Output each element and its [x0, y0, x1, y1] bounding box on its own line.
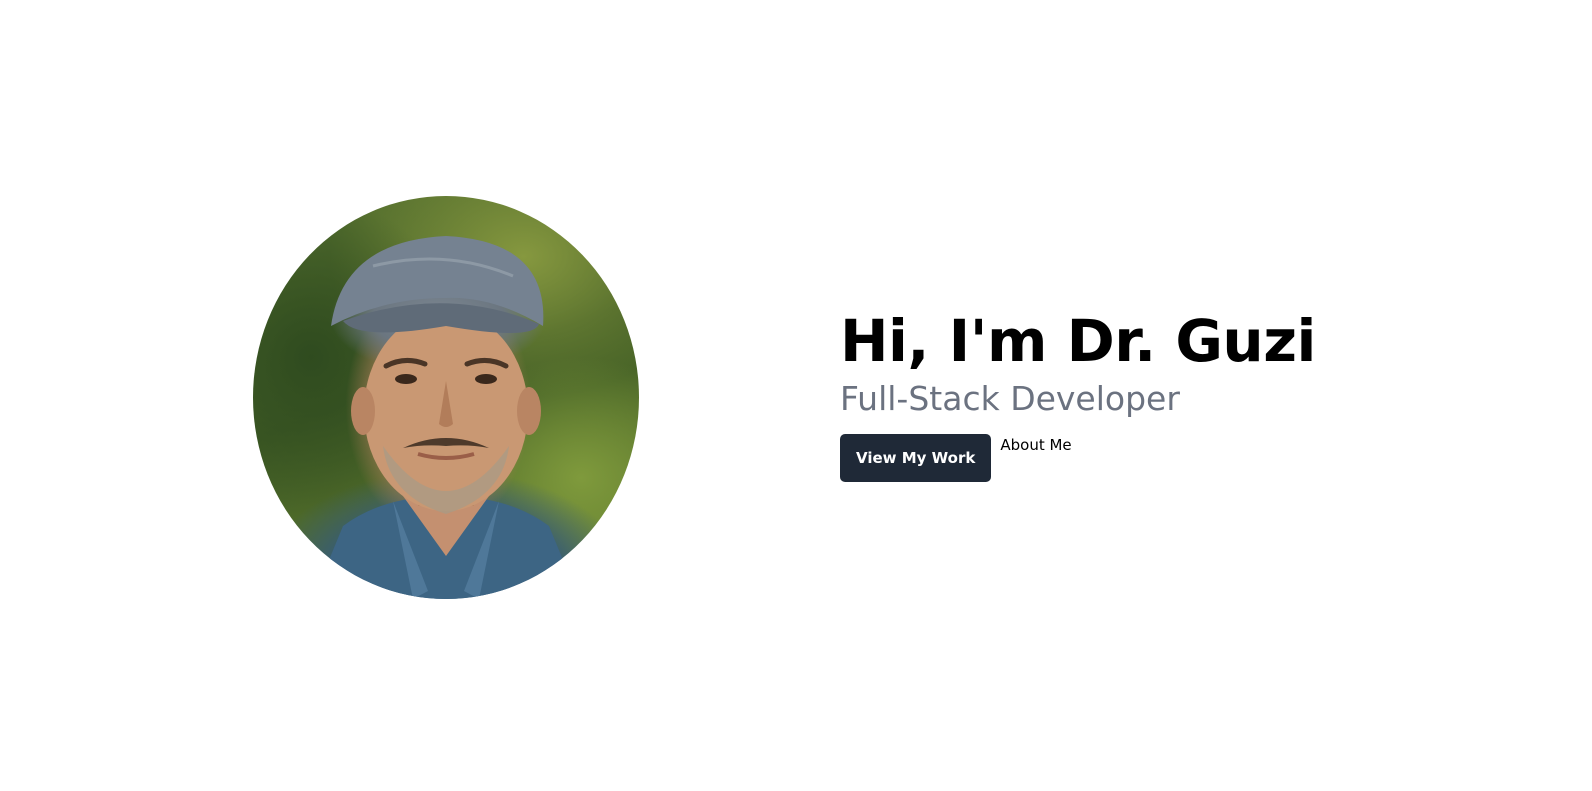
hero-actions: View My Work About Me [840, 434, 1440, 482]
hero-section: Hi, I'm Dr. Guzi Full-Stack Developer Vi… [0, 0, 1592, 791]
page-subtitle: Full-Stack Developer [840, 379, 1180, 418]
portrait-illustration [313, 236, 579, 599]
intro-block: Hi, I'm Dr. Guzi Full-Stack Developer Vi… [840, 305, 1440, 482]
profile-portrait [253, 196, 639, 599]
about-me-link[interactable]: About Me [1000, 436, 1071, 454]
view-my-work-button[interactable]: View My Work [840, 434, 992, 482]
page-title: Hi, I'm Dr. Guzi [840, 307, 1316, 375]
